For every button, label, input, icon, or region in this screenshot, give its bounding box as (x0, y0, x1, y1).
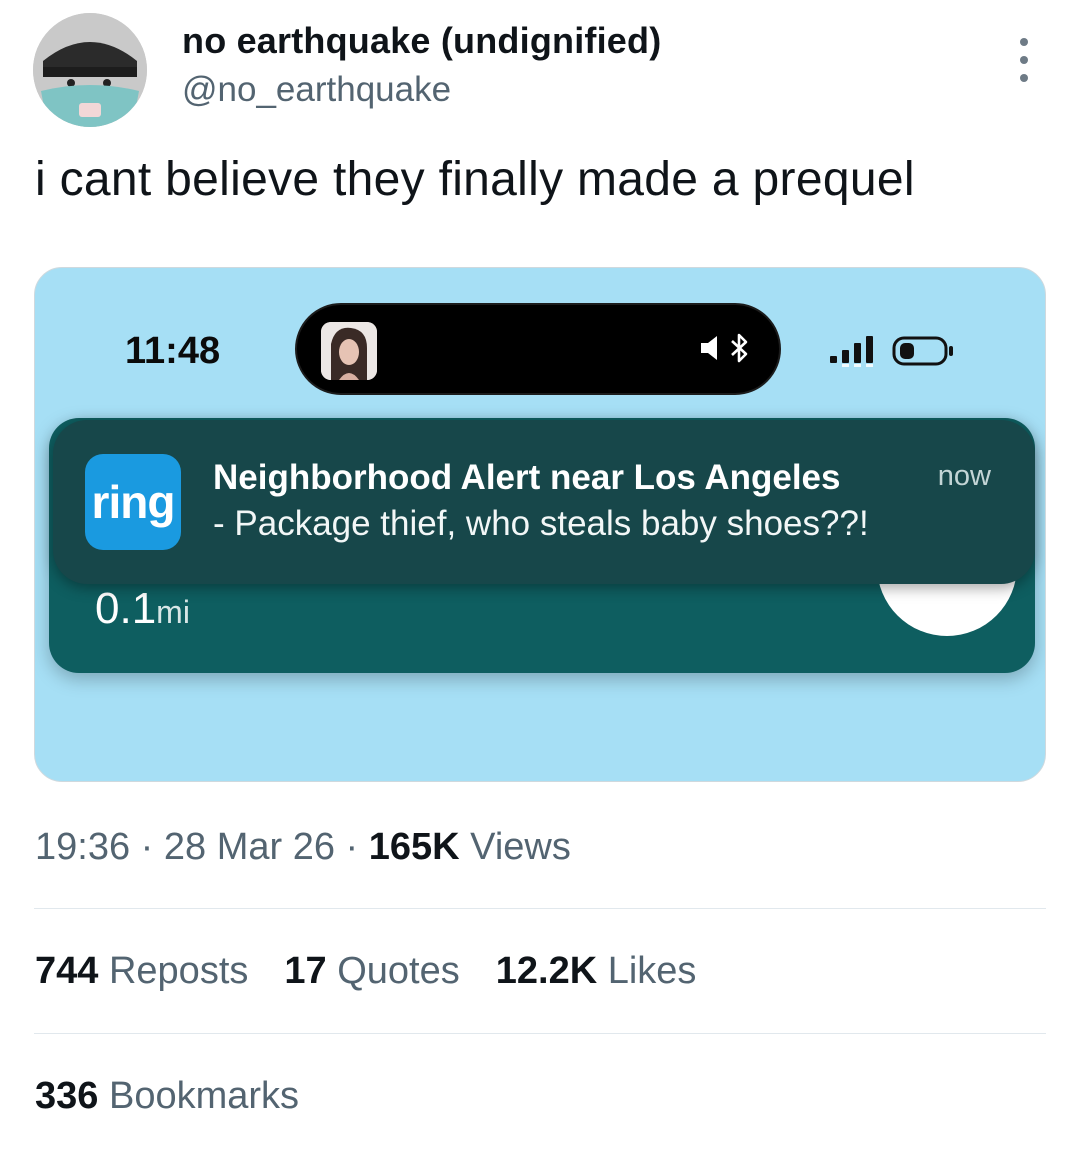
status-right-icons (830, 334, 956, 373)
divider (34, 908, 1046, 909)
signal-icon (830, 334, 878, 373)
quotes-stat[interactable]: 17 Quotes (284, 950, 459, 993)
alert-distance-unit: mi (156, 594, 190, 630)
reposts-count: 744 (35, 950, 99, 992)
quotes-count: 17 (284, 950, 327, 992)
bookmarks-count: 336 (35, 1075, 99, 1117)
tweet-media-image[interactable]: 11:48 0.1mi ring Neighborhood Alert near… (34, 267, 1046, 782)
quotes-label: Quotes (337, 950, 460, 992)
notification-title: Neighborhood Alert near Los Angeles (213, 458, 841, 497)
tweet-timestamp: 19:36 · 28 Mar 26 · 165K Views (35, 826, 571, 869)
bookmarks-label: Bookmarks (108, 1075, 300, 1117)
views-label: Views (470, 826, 571, 868)
speaker-mute-icon (699, 333, 727, 368)
alert-distance: 0.1mi (95, 584, 190, 634)
separator-dot: · (140, 826, 154, 868)
battery-icon (892, 334, 956, 373)
separator-dot: · (345, 826, 359, 868)
likes-label: Likes (607, 950, 697, 992)
album-art-thumbnail (321, 322, 377, 380)
avatar[interactable] (33, 13, 147, 127)
tweet-date: 28 Mar 26 (163, 826, 335, 868)
views-count: 165K (368, 826, 460, 868)
island-status-icons (699, 331, 751, 370)
more-options-icon[interactable] (1006, 38, 1042, 82)
tweet-text: i cant believe they finally made a prequ… (35, 153, 915, 206)
tweet-time: 19:36 (35, 826, 131, 868)
reposts-stat[interactable]: 744 Reposts (35, 950, 248, 993)
ring-notification: ring Neighborhood Alert near Los Angeles… (53, 420, 1035, 584)
dynamic-island (295, 303, 781, 395)
author-display-name[interactable]: no earthquake (undignified) (182, 20, 661, 62)
likes-stat[interactable]: 12.2K Likes (496, 950, 697, 993)
status-bar-time: 11:48 (125, 330, 221, 372)
engagement-stats: 744 Reposts 17 Quotes 12.2K Likes (35, 950, 696, 993)
notification-body: - Package thief, who steals baby shoes??… (213, 504, 869, 543)
bluetooth-icon (729, 331, 751, 370)
notification-time: now (937, 460, 991, 492)
bookmarks-stat: 336 Bookmarks (35, 1075, 299, 1118)
ring-app-icon: ring (85, 454, 181, 550)
author-handle[interactable]: @no_earthquake (182, 70, 451, 110)
ring-app-icon-label: ring (91, 476, 176, 528)
divider (34, 1033, 1046, 1034)
alert-distance-value: 0.1 (95, 584, 157, 633)
likes-count: 12.2K (495, 950, 598, 992)
reposts-label: Reposts (108, 950, 249, 992)
